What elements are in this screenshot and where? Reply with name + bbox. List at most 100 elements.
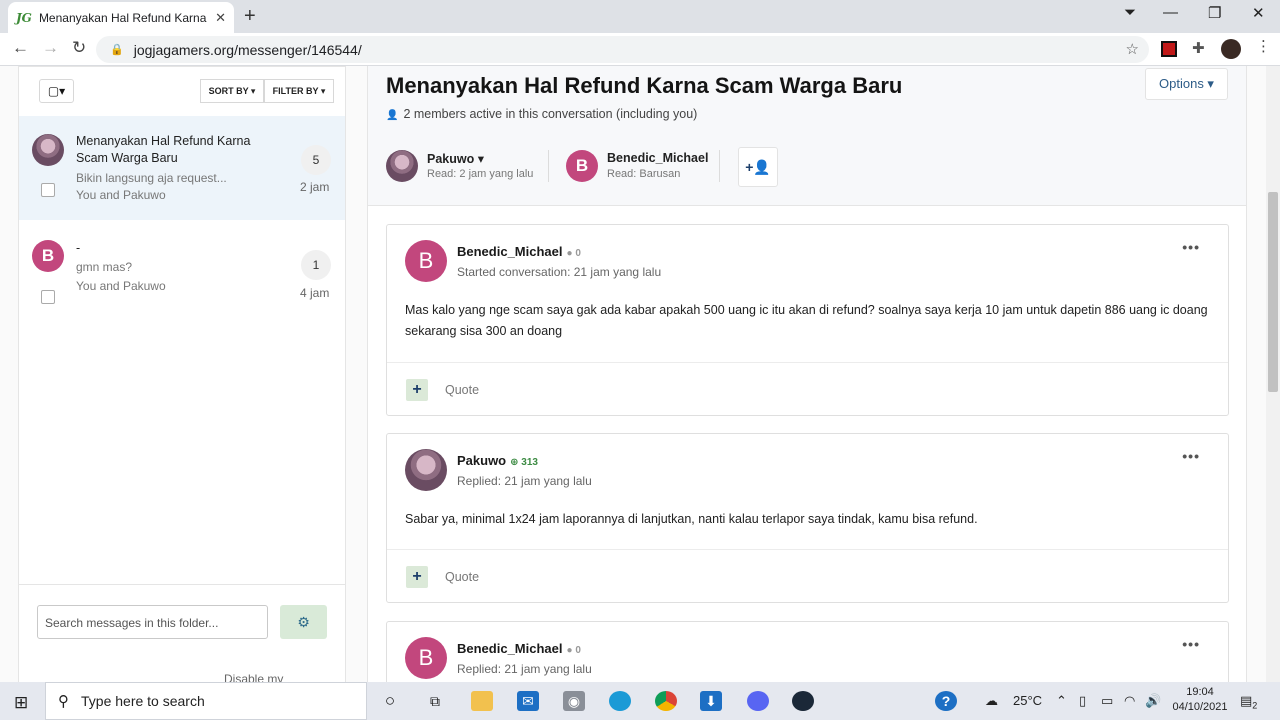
more-options-icon[interactable]: ••• [1182, 448, 1200, 464]
taskbar-clock[interactable]: 19:04 04/10/2021 [1170, 685, 1230, 715]
message: B Benedic_Michael ● 0 Replied: 21 jam yan… [386, 621, 1229, 682]
search-input[interactable]: Search messages in this folder... [37, 605, 268, 639]
page-scrollbar[interactable] [1266, 66, 1280, 682]
conversation-checkbox[interactable] [41, 183, 55, 197]
volume-icon[interactable]: 🔊 [1145, 693, 1161, 709]
avatar [386, 150, 418, 182]
participant-name[interactable]: Pakuwo ▾ [427, 151, 484, 166]
search-settings-button[interactable]: ⚙ [280, 605, 327, 639]
forward-icon[interactable]: → [42, 38, 59, 58]
author-name[interactable]: Benedic_Michael [457, 244, 563, 259]
cortana-icon[interactable]: ○ [379, 691, 401, 711]
task-view-icon[interactable]: ⧉ [424, 691, 446, 711]
extensions-puzzle-icon[interactable]: ✚ [1192, 39, 1208, 57]
select-all-button[interactable]: ▢▾ [39, 79, 74, 103]
multi-quote-button[interactable]: + [406, 566, 428, 588]
add-participant-button[interactable]: +👤 [738, 147, 778, 187]
minimize-icon[interactable]: — [1163, 4, 1178, 21]
profile-avatar[interactable] [1221, 39, 1241, 59]
new-tab-icon[interactable]: + [244, 5, 256, 28]
tray-device-icon[interactable]: ▯ [1079, 693, 1086, 709]
chrome-icon[interactable] [655, 691, 677, 711]
weather-icon[interactable]: ☁ [985, 693, 998, 709]
discord-icon[interactable] [747, 691, 769, 711]
wifi-icon[interactable]: ◠ [1124, 693, 1135, 709]
avatar: B [405, 240, 447, 282]
conversation-time: 4 jam [300, 286, 330, 300]
steam-icon[interactable] [792, 691, 814, 711]
conversation-item[interactable]: Menanyakan Hal Refund Karna Scam Warga B… [19, 116, 345, 220]
conversation-title[interactable]: - [76, 240, 276, 257]
avatar [32, 134, 64, 166]
conversation-view: Menanyakan Hal Refund Karna Scam Warga B… [367, 66, 1247, 682]
mail-icon[interactable]: ✉ [517, 691, 539, 711]
more-options-icon[interactable]: ••• [1182, 239, 1200, 255]
file-explorer-icon[interactable] [471, 691, 493, 711]
avatar [405, 449, 447, 491]
scrollbar-thumb[interactable] [1268, 192, 1278, 392]
taskbar-search-input[interactable]: ⚲ Type here to search [45, 682, 367, 720]
sort-by-button[interactable]: SORT BY ▾ [200, 79, 264, 103]
browser-toolbar: ← → ↻ 🔒 jogjagamers.org/messenger/146544… [0, 33, 1280, 66]
reaction-score-value: 0 [575, 645, 581, 656]
reply-count-badge: 5 [301, 145, 331, 175]
notification-icon[interactable]: ▤2 [1240, 693, 1257, 711]
reaction-score: ● 0 [566, 645, 581, 656]
download-app-icon[interactable]: ⬇ [700, 691, 722, 711]
conversation-checkbox[interactable] [41, 290, 55, 304]
close-window-icon[interactable]: ✕ [1252, 4, 1265, 22]
edge-icon[interactable] [609, 691, 631, 711]
more-options-icon[interactable]: ••• [1182, 636, 1200, 652]
temperature[interactable]: 25°C [1013, 693, 1042, 708]
user-icon: 👤 [386, 110, 399, 121]
author-name[interactable]: Benedic_Michael [457, 641, 563, 656]
camera-icon[interactable]: ◉ [563, 691, 585, 711]
reload-icon[interactable]: ↻ [72, 38, 86, 58]
message-meta: Replied: 21 jam yang lalu [457, 662, 592, 676]
battery-icon[interactable]: ▭ [1101, 693, 1113, 709]
avatar: B [405, 637, 447, 679]
members-active-text: 2 members active in this conversation (i… [403, 107, 698, 121]
help-icon[interactable]: ? [935, 691, 957, 711]
conversation-item[interactable]: B - gmn mas? You and Pakuwo 1 4 jam [19, 220, 345, 320]
options-button[interactable]: Options ▾ [1145, 68, 1228, 100]
message-body: Mas kalo yang nge scam saya gak ada kaba… [405, 303, 1208, 338]
back-icon[interactable]: ← [12, 38, 29, 58]
divider [719, 150, 720, 182]
reply-count-badge: 1 [301, 250, 331, 280]
participant-read-status: Read: 2 jam yang lalu [427, 168, 534, 180]
tray-chevron-icon[interactable]: ⌃ [1056, 693, 1067, 709]
windows-start-icon[interactable]: ⊞ [14, 693, 28, 713]
conversation-participants: You and Pakuwo [76, 279, 166, 293]
sidebar-controls: ▢▾ SORT BY ▾ FILTER BY ▾ [19, 67, 345, 117]
reaction-score: ● 0 [566, 248, 581, 259]
reaction-score-value: 313 [521, 457, 538, 468]
extension-red-icon[interactable] [1161, 41, 1177, 57]
site-favicon: JG [16, 10, 32, 25]
participant-name[interactable]: Benedic_Michael [607, 151, 708, 165]
quote-button[interactable]: Quote [445, 570, 479, 584]
maximize-icon[interactable]: ❐ [1208, 4, 1221, 22]
message-footer: + Quote [387, 362, 1228, 416]
message-author: Benedic_Michael ● 0 [457, 244, 581, 259]
url-text: jogjagamers.org/messenger/146544/ [133, 41, 362, 58]
browser-tab[interactable]: JG Menanyakan Hal Refund Karna Sc ✕ [8, 2, 234, 33]
close-tab-icon[interactable]: ✕ [215, 10, 226, 26]
address-bar[interactable]: 🔒 jogjagamers.org/messenger/146544/ ☆ [96, 36, 1149, 63]
profile-menu-icon[interactable]: ⏷ [1124, 4, 1136, 21]
clock-date: 04/10/2021 [1172, 701, 1228, 713]
bookmark-star-icon[interactable]: ☆ [1126, 40, 1139, 58]
notification-count: 2 [1252, 700, 1258, 711]
message: B Benedic_Michael ● 0 Started conversatio… [386, 224, 1229, 416]
quote-button[interactable]: Quote [445, 383, 479, 397]
multi-quote-button[interactable]: + [406, 379, 428, 401]
participant-read-status: Read: Barusan [607, 168, 681, 180]
filter-by-button[interactable]: FILTER BY ▾ [264, 79, 334, 103]
disable-messenger-link[interactable]: Disable my messenger [224, 672, 345, 682]
author-name[interactable]: Pakuwo [457, 453, 506, 468]
add-user-icon: +👤 [745, 159, 771, 175]
conversation-title[interactable]: Menanyakan Hal Refund Karna Scam Warga B… [76, 133, 276, 167]
avatar: B [566, 150, 598, 182]
browser-menu-icon[interactable]: ⋮ [1256, 37, 1272, 55]
conversation-time: 2 jam [300, 180, 330, 194]
